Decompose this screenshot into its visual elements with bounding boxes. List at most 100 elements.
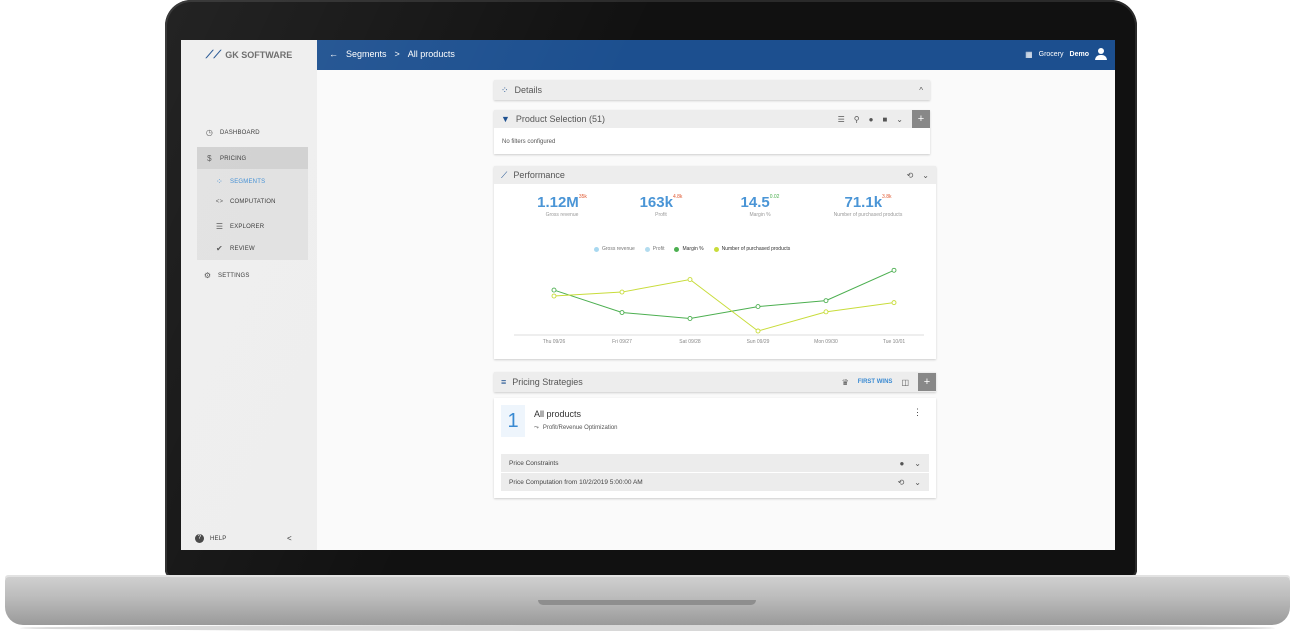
kpi-value: 14.5 [740, 194, 770, 211]
data-point[interactable] [823, 309, 829, 315]
kpi-value: 71.1k [844, 194, 883, 211]
price-computation-row[interactable]: Price Computation from 10/2/2019 5:00:00… [501, 473, 929, 491]
legend-swatch [713, 246, 719, 252]
kpi-label: Margin % [749, 212, 771, 218]
kpi-delta: 35k [578, 194, 587, 200]
row-label: Price Constraints [509, 459, 559, 467]
chevron-down-icon[interactable]: ⌄ [914, 459, 921, 468]
legend-item[interactable]: Gross revenue [594, 246, 635, 252]
sidebar-item-dashboard[interactable]: ◷ DASHBOARD [205, 128, 260, 137]
back-arrow-icon[interactable]: ← [329, 49, 338, 59]
kpi-gross-revenue: 1.12M35k Gross revenue [512, 194, 612, 218]
user-avatar-icon[interactable] [1095, 48, 1107, 60]
series-line [553, 269, 895, 319]
data-point[interactable] [755, 328, 761, 334]
sidebar-item-label: DASHBOARD [220, 129, 260, 136]
logo[interactable]: ⟋⟋ GK SOFTWARE [181, 40, 317, 70]
breadcrumb-segments[interactable]: Segments [346, 49, 387, 59]
performance-header: ⟋ Performance ⟲ ⌄ [494, 166, 936, 184]
strategy-subtitle-text: Profit/Revenue Optimization [542, 425, 618, 431]
laptop-notch [538, 600, 756, 605]
performance-card: ⟋ Performance ⟲ ⌄ 1.12M35k Gross revenue… [494, 166, 936, 359]
pricing-strategies-header: ≡ Pricing Strategies ♛ FIRST WINS ◫ + [494, 372, 936, 392]
data-point[interactable] [891, 267, 897, 273]
sidebar: ⟋⟋ GK SOFTWARE ◷ DASHBOARD $ PRICING ⁘ S… [181, 40, 317, 550]
user-area: ▦ Grocery Demo [1025, 48, 1107, 60]
breadcrumb-separator: > [394, 49, 400, 59]
folder-icon[interactable]: ■ [882, 115, 887, 124]
history-icon[interactable]: ⟲ [907, 171, 914, 180]
details-title: Details [514, 85, 543, 95]
add-circle-icon[interactable]: ● [899, 459, 904, 468]
chevron-down-icon[interactable]: ⌄ [922, 171, 929, 180]
sidebar-item-label: SEGMENTS [230, 178, 266, 185]
collapse-sidebar-button[interactable]: < [287, 534, 292, 543]
sidebar-item-segments[interactable]: ⁘ SEGMENTS [215, 177, 265, 186]
sidebar-item-label: SETTINGS [218, 272, 250, 279]
legend-item[interactable]: Margin % [674, 246, 704, 252]
kpi-value: 1.12M [537, 194, 579, 211]
dashboard-icon: ◷ [205, 128, 214, 137]
top-bar: ← Segments > All products ▦ Grocery Demo [317, 40, 1115, 70]
chevron-down-icon[interactable]: ⌄ [914, 478, 921, 487]
series-line [553, 278, 895, 332]
legend-swatch [594, 246, 599, 252]
sidebar-item-pricing[interactable]: $ PRICING [205, 154, 246, 163]
chevron-down-icon[interactable]: ⌄ [896, 115, 903, 124]
kpi-label: Gross revenue [545, 212, 579, 218]
legend-item[interactable]: Profit [644, 246, 664, 252]
data-point[interactable] [687, 316, 693, 321]
logo-text: GK SOFTWARE [225, 50, 293, 60]
kpi-label: Profit [655, 212, 667, 218]
data-point[interactable] [619, 310, 625, 315]
sidebar-item-label: EXPLORER [230, 223, 265, 230]
collapse-chevron-icon[interactable]: ^ [919, 86, 923, 95]
legend-item[interactable]: Number of purchased products [713, 246, 790, 252]
help-label: HELP [210, 535, 227, 542]
sliders-icon: ≡ [501, 377, 507, 387]
more-options-icon[interactable]: ⋮ [913, 407, 922, 418]
list-view-icon[interactable]: ☰ [838, 115, 845, 124]
store-icon: ▦ [1025, 49, 1033, 59]
search-icon[interactable]: ⚲ [854, 115, 860, 124]
data-point[interactable] [755, 304, 761, 310]
code-icon: <> [215, 199, 224, 205]
strategy-subtitle: ⤳ Profit/Revenue Optimization [534, 425, 618, 432]
first-wins-button[interactable]: FIRST WINS [858, 379, 893, 385]
performance-title: Performance [513, 170, 565, 180]
sidebar-item-explorer[interactable]: ☰ EXPLORER [215, 222, 264, 231]
kpi-delta: 0.02 [769, 194, 780, 200]
x-tick-label: Tue 10/01 [883, 339, 906, 345]
sidebar-item-label: COMPUTATION [230, 199, 276, 205]
data-point[interactable] [619, 289, 625, 295]
add-filter-button[interactable]: + [912, 110, 930, 128]
data-point[interactable] [551, 293, 557, 299]
help-button[interactable]: ? HELP [195, 534, 226, 543]
sidebar-item-computation[interactable]: <> COMPUTATION [215, 199, 276, 205]
data-point[interactable] [823, 298, 829, 304]
sidebar-item-label: REVIEW [230, 245, 255, 252]
kpi-margin: 14.50.02 Margin % [710, 194, 810, 218]
history-icon[interactable]: ⟲ [898, 478, 905, 487]
optimization-icon: ⤳ [534, 425, 539, 431]
data-point[interactable] [687, 277, 693, 282]
product-selection-header: ▼ Product Selection (51) ☰ ⚲ ● ■ ⌄ + [494, 110, 930, 128]
dollar-icon: $ [207, 154, 212, 163]
sidebar-item-review[interactable]: ✔ REVIEW [215, 244, 255, 253]
add-strategy-button[interactable]: + [918, 373, 936, 391]
help-icon: ? [195, 534, 204, 543]
download-icon[interactable]: ● [869, 115, 874, 124]
store-name[interactable]: Grocery [1039, 51, 1064, 58]
data-point[interactable] [891, 300, 897, 306]
app-screen: ⟋⟋ GK SOFTWARE ◷ DASHBOARD $ PRICING ⁘ S… [181, 40, 1115, 550]
sidebar-item-settings[interactable]: ⚙ SETTINGS [203, 271, 250, 280]
strategy-card: 1 All products ⤳ Profit/Revenue Optimiza… [494, 398, 936, 498]
data-point[interactable] [551, 287, 557, 293]
panel-toggle-icon[interactable]: ◫ [901, 378, 909, 387]
user-name[interactable]: Demo [1070, 51, 1089, 58]
details-header[interactable]: ⁘ Details ^ [494, 80, 930, 100]
price-constraints-row[interactable]: Price Constraints ● ⌄ [501, 454, 929, 472]
legend-swatch [644, 246, 650, 252]
kpi-delta: 4.8k [672, 194, 683, 200]
x-tick-label: Mon 09/30 [814, 339, 838, 345]
